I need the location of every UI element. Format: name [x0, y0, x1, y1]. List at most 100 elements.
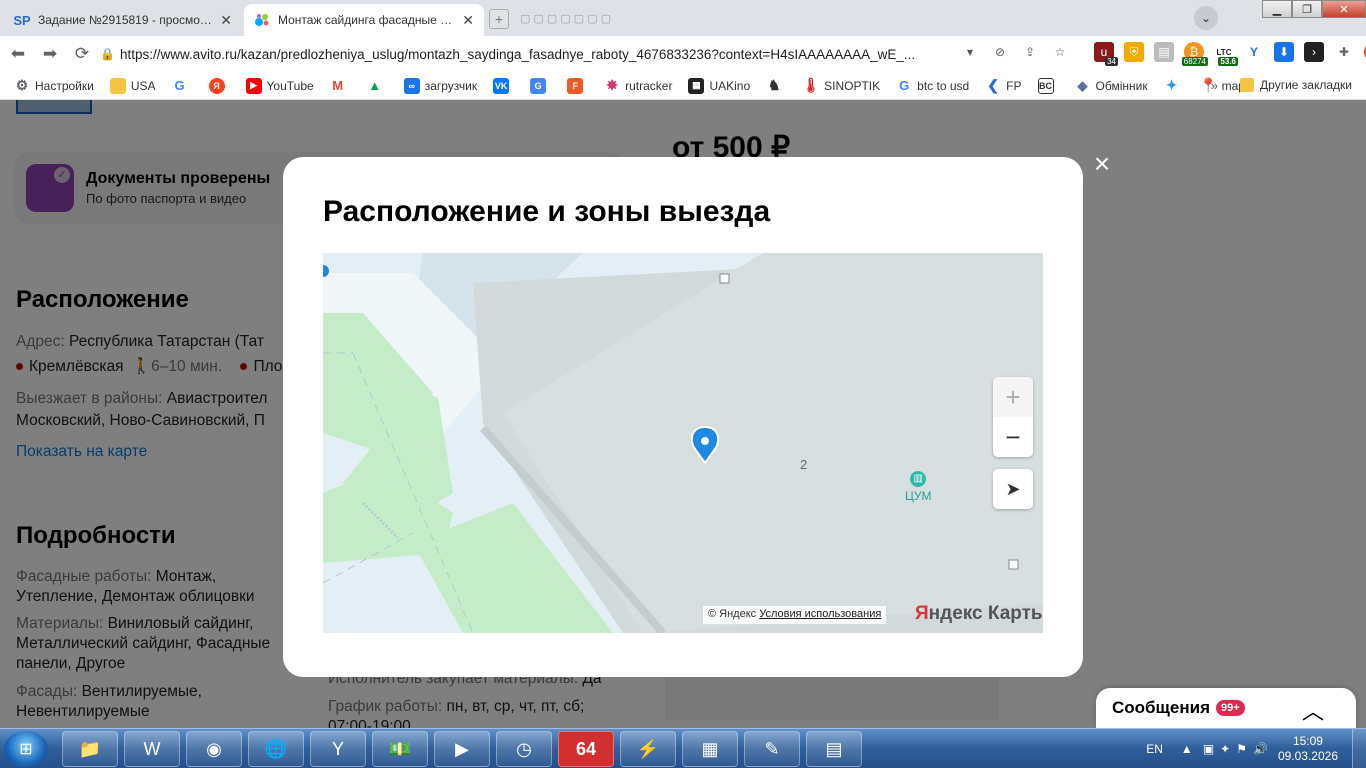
ublock-icon[interactable]: u 34	[1094, 42, 1118, 66]
wise-icon[interactable]: W	[124, 731, 180, 767]
winamp-icon[interactable]: ⚡	[620, 731, 676, 767]
rutracker-icon: ✸	[606, 77, 618, 93]
bookmark-star[interactable]: ✦	[1164, 77, 1185, 94]
yandex-browser-icon[interactable]: Y	[310, 731, 366, 767]
messages-count-badge: 99+	[1215, 700, 1245, 716]
network-icon[interactable]: ✦	[1220, 742, 1230, 756]
exchanger-icon: ◆	[1077, 77, 1088, 93]
tab-title: Монтаж сайдинга фасадные рабо	[278, 13, 457, 27]
bookmark-usa[interactable]: USA	[109, 77, 156, 94]
tab-avito[interactable]: Монтаж сайдинга фасадные рабо ✕	[244, 4, 484, 36]
language-indicator[interactable]: EN	[1146, 742, 1163, 756]
zoom-out-button[interactable]: −	[993, 417, 1033, 457]
bookmark-chess[interactable]: ♞	[766, 77, 787, 94]
clipboard-extension-icon[interactable]: ▤	[1154, 42, 1174, 62]
back-arrow-icon[interactable]: ⬅	[4, 40, 32, 68]
monitor-icon[interactable]: ▤	[806, 731, 862, 767]
window-close-icon[interactable]: ✕	[1322, 0, 1366, 18]
bookmark-vk[interactable]: VK	[493, 77, 514, 94]
flag-icon[interactable]: ⚑	[1236, 742, 1247, 756]
bookmark-downloader[interactable]: ∞ загрузчик	[403, 77, 477, 94]
clock[interactable]: 15:09 09.03.2026	[1278, 734, 1338, 764]
cash-icon[interactable]: 💵	[372, 731, 428, 767]
shield-extension-icon[interactable]: ⛨	[1124, 42, 1144, 62]
bookmark-bc[interactable]: BC	[1037, 77, 1059, 94]
bookmark-btc-usd[interactable]: Gbtc to usd	[896, 78, 969, 94]
modal-close-icon[interactable]: ×	[1090, 150, 1114, 178]
ltc-icon[interactable]: LTC 53.6	[1214, 42, 1238, 66]
forward-arrow-icon[interactable]: ➡	[36, 40, 64, 68]
building-number: 2	[800, 457, 808, 472]
blocked-popup-icon[interactable]: ⊘	[990, 42, 1010, 62]
player-icon[interactable]: ▶	[434, 731, 490, 767]
tab-zadanie[interactable]: SP Задание №2915819 - просмотр за ✕	[4, 4, 242, 36]
reload-icon[interactable]: ⟳	[68, 40, 96, 68]
bookmark-fp[interactable]: ❮ FP	[985, 77, 1021, 94]
bookmark-exchanger[interactable]: ◆ Обмінник	[1075, 78, 1148, 94]
bookmark-google[interactable]: G	[172, 78, 193, 94]
messages-widget[interactable]: Сообщения 99+ ︿	[1096, 688, 1356, 728]
calculator-icon[interactable]: ▦	[682, 731, 738, 767]
bookmark-settings[interactable]: ⚙ Настройки	[14, 77, 94, 94]
folder-icon	[109, 77, 126, 94]
notes-icon[interactable]: ✎	[744, 731, 800, 767]
volume-icon[interactable]: 🔊	[1253, 742, 1268, 756]
start-button[interactable]: ⊞	[4, 731, 48, 767]
terms-link[interactable]: Условия использования	[759, 608, 881, 620]
puzzle-extensions-icon[interactable]: ✚	[1334, 42, 1354, 62]
modal-title: Расположение и зоны выезда	[323, 195, 771, 228]
location-modal: Расположение и зоны выезда 2 ▥ ЦУМ + − ➤…	[283, 157, 1083, 677]
bookmark-translate[interactable]: G	[530, 77, 551, 94]
bookmark-star-icon[interactable]: ☆	[1050, 42, 1070, 62]
tab-close-icon[interactable]: ✕	[220, 12, 232, 29]
share-icon[interactable]: ⇪	[1020, 42, 1040, 62]
f-icon: F	[567, 77, 584, 94]
windows-taskbar: ⊞ 📁 W ◉ 🌐 Y 💵 ▶ ◷ 64 ⚡ ▦ ✎ ▤ EN ▲ ▣ ✦ ⚑ …	[0, 728, 1366, 768]
terminal-extension-icon[interactable]: ›	[1304, 42, 1324, 62]
toolbar-icons: ▾ ⊘ ⇪ ☆ u34 ⛨ ▤ ₿68274 LTC53.6 Y ⬇ › ✚ I…	[960, 42, 1366, 66]
minimize-icon[interactable]: ▁	[1262, 0, 1292, 18]
system-tray: EN ▲ ▣ ✦ ⚑ 🔊 15:09 09.03.2026	[1146, 729, 1366, 768]
bookmark-yandex[interactable]: Я	[208, 77, 230, 94]
yandex-maps-logo[interactable]: Яндекс Карты	[915, 603, 1043, 625]
avito-favicon-icon	[254, 12, 270, 28]
geolocation-arrow-icon[interactable]: ➤	[993, 469, 1033, 509]
bitcoin-icon[interactable]: ₿ 68274	[1181, 42, 1208, 66]
chrome-icon[interactable]: ◉	[186, 731, 242, 767]
aida64-icon[interactable]: 64	[558, 731, 614, 767]
bookmark-rutracker[interactable]: ✸ rutracker	[604, 77, 672, 94]
zoom-in-button[interactable]: +	[993, 377, 1033, 417]
y-extension-icon[interactable]: Y	[1244, 42, 1264, 62]
url-text: https://www.avito.ru/kazan/predlozheniya…	[120, 46, 916, 62]
show-desktop-button[interactable]	[1352, 729, 1366, 768]
tray-expand-icon[interactable]: ▲	[1181, 742, 1193, 756]
tray-app-icon[interactable]: ▣	[1203, 742, 1214, 756]
bookmark-sinoptik[interactable]: 🌡 SINOPTIK	[802, 77, 880, 94]
bookmark-f[interactable]: F	[567, 77, 588, 94]
clock-app-icon[interactable]: ◷	[496, 731, 552, 767]
address-bar[interactable]: 🔒 https://www.avito.ru/kazan/predlozheni…	[100, 40, 960, 68]
messages-label: Сообщения	[1112, 698, 1210, 717]
bookmark-gmail[interactable]: M	[330, 78, 351, 94]
other-bookmarks[interactable]: Другие закладки	[1240, 78, 1352, 92]
zoom-control: + −	[993, 377, 1033, 457]
bookmark-drive[interactable]: ▲	[367, 78, 388, 94]
download-icon[interactable]: ⬇	[1274, 42, 1294, 62]
globe-icon[interactable]: 🌐	[248, 731, 304, 767]
chevron-up-icon[interactable]: ︿	[1302, 694, 1324, 726]
tsum-poi[interactable]: ▥ ЦУМ	[905, 471, 932, 503]
restore-icon[interactable]: ❐	[1292, 0, 1322, 18]
tab-search-chevron-icon[interactable]: ⌄	[1194, 6, 1218, 30]
dropdown-chevron-icon[interactable]: ▾	[960, 42, 980, 62]
bookmark-uakino[interactable]: ▦ UAKino	[688, 77, 750, 94]
infinity-icon: ∞	[403, 77, 420, 94]
bookmark-youtube[interactable]: ▶ YouTube	[245, 77, 314, 94]
tab-close-icon[interactable]: ✕	[462, 12, 474, 29]
explorer-icon[interactable]: 📁	[62, 731, 118, 767]
drive-icon: ▲	[368, 78, 382, 93]
gmail-icon: M	[332, 78, 344, 93]
yandex-map[interactable]: 2 ▥ ЦУМ + − ➤ © Яндекс Условия использов…	[323, 253, 1043, 633]
bookmarks-more-chevron[interactable]: »	[1211, 78, 1218, 93]
new-tab-button[interactable]: +	[489, 9, 509, 29]
youtube-icon: ▶	[245, 77, 262, 94]
